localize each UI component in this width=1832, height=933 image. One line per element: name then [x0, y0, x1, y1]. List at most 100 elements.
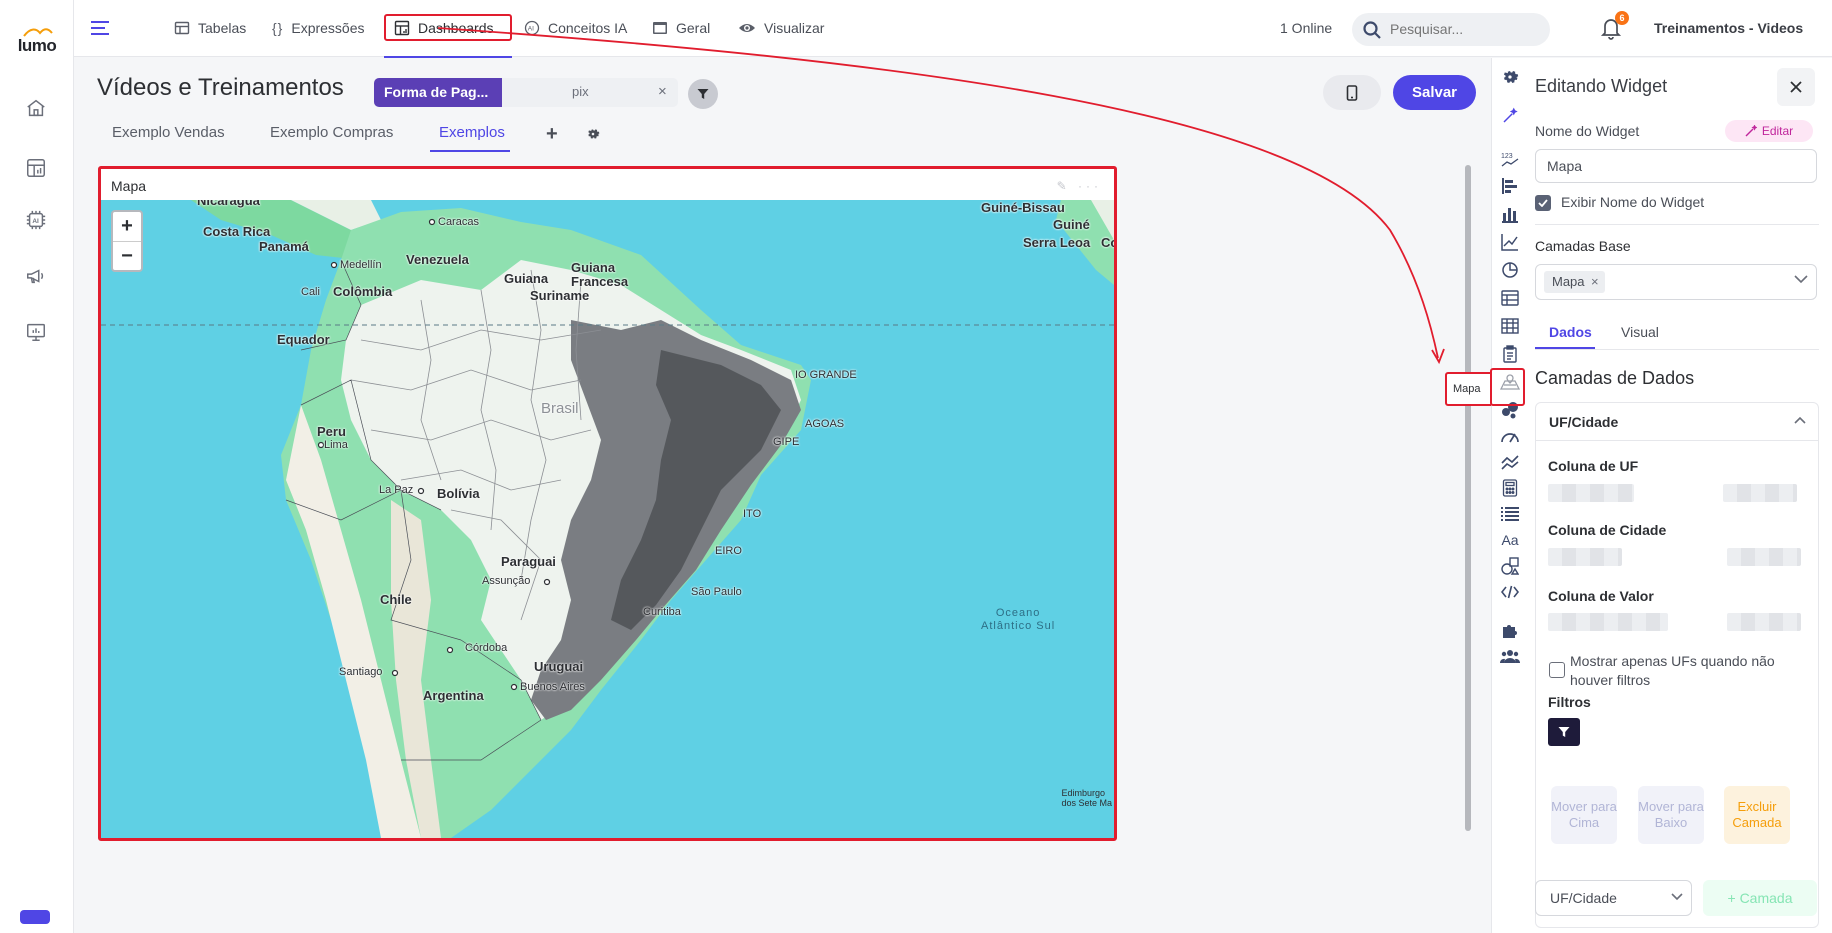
city-column-select-right[interactable]	[1727, 548, 1801, 566]
code-icon[interactable]	[1500, 582, 1520, 602]
menu-toggle-icon[interactable]	[88, 16, 112, 40]
zoom-out-button[interactable]: −	[113, 241, 141, 270]
zoom-in-button[interactable]: +	[113, 212, 141, 241]
settings-gear-icon[interactable]	[1500, 67, 1520, 87]
widget-type-strip: 123 Aa	[1491, 58, 1527, 933]
users-group-icon[interactable]	[1500, 646, 1520, 666]
funnel-icon	[1558, 727, 1570, 737]
filter-chip[interactable]: Forma de Pag... pix ×	[374, 78, 678, 107]
nav-conceitos-ia[interactable]: AI Conceitos IA	[524, 14, 627, 42]
home-icon[interactable]	[22, 94, 50, 122]
mobile-preview-button[interactable]	[1323, 75, 1381, 110]
bar-chart-icon[interactable]	[1500, 204, 1520, 224]
ai-icon: AI	[524, 20, 540, 36]
search-icon	[1363, 21, 1381, 39]
megaphone-icon[interactable]	[22, 262, 50, 290]
canvas-scrollbar[interactable]	[1465, 165, 1471, 831]
chevron-down-icon	[1794, 275, 1808, 284]
puzzle-icon[interactable]	[1500, 620, 1520, 640]
pivot-table-icon[interactable]	[1500, 316, 1520, 336]
uf-column-select-right[interactable]	[1723, 484, 1797, 502]
chat-launcher-icon[interactable]	[20, 910, 50, 924]
svg-text:AI: AI	[32, 218, 39, 225]
add-layer-button[interactable]: + Camada	[1703, 880, 1817, 916]
tab-exemplos[interactable]: Exemplos	[439, 124, 505, 141]
line-chart-icon[interactable]	[1500, 232, 1520, 252]
trend-lines-icon[interactable]	[1500, 452, 1520, 472]
list-icon[interactable]	[1500, 504, 1520, 524]
checkmark-icon	[1538, 199, 1548, 207]
data-layers-title: Camadas de Dados	[1535, 368, 1695, 388]
uf-column-select-left[interactable]	[1548, 484, 1634, 502]
tab-exemplo-vendas[interactable]: Exemplo Vendas	[112, 124, 225, 141]
ai-chip-icon[interactable]: AI	[22, 206, 50, 234]
base-layers-select[interactable]: Mapa ×	[1535, 264, 1817, 300]
gauge-icon[interactable]	[1500, 426, 1520, 446]
horizontal-bar-chart-icon[interactable]	[1500, 176, 1520, 196]
city-column-label: Coluna de Cidade	[1548, 522, 1667, 538]
show-name-checkbox[interactable]	[1535, 195, 1551, 211]
canvas-scrollbar-thumb[interactable]	[1465, 165, 1471, 831]
lumo-logo[interactable]: lumo	[14, 26, 60, 56]
value-column-select-right[interactable]	[1727, 613, 1801, 631]
panel-title: Editando Widget	[1535, 76, 1668, 96]
move-down-button[interactable]: Mover para Baixo	[1638, 786, 1704, 844]
value-column-select-left[interactable]	[1548, 613, 1668, 631]
map-widget[interactable]: Mapa ✎ ··· + − Nicaragua Costa Rica Pana…	[98, 166, 1117, 841]
widget-name-input[interactable]	[1535, 149, 1817, 183]
layer-filter-button[interactable]	[1548, 718, 1580, 746]
map-label-guiana-francesa: Guiana Francesa	[571, 260, 629, 289]
shapes-icon[interactable]	[1500, 556, 1520, 576]
svg-text:AI: AI	[528, 26, 534, 33]
clipboard-icon[interactable]	[1500, 344, 1520, 364]
move-up-button[interactable]: Mover para Cima	[1551, 786, 1617, 844]
close-icon	[1790, 81, 1802, 93]
layer-accordion-header[interactable]: UF/Cidade	[1536, 403, 1818, 441]
edit-name-button[interactable]: Editar	[1725, 120, 1813, 142]
map-canvas[interactable]: + − Nicaragua Costa Rica Panamá Caracas …	[101, 200, 1114, 838]
map-label-oceano: Oceano Atlântico Sul	[981, 607, 1056, 632]
pie-chart-icon[interactable]	[1500, 260, 1520, 280]
company-name[interactable]: Treinamentos - Videos	[1654, 20, 1803, 36]
map-label-eiro: EIRO	[715, 545, 742, 557]
map-label-caracas: Caracas	[438, 216, 479, 228]
calculator-icon[interactable]	[1500, 478, 1520, 498]
nav-label: Tabelas	[198, 20, 247, 36]
logo-text: lumo	[17, 36, 57, 55]
tab-exemplo-compras[interactable]: Exemplo Compras	[270, 124, 393, 141]
nav-geral[interactable]: Geral	[652, 14, 710, 42]
tab-visual[interactable]: Visual	[1621, 324, 1659, 340]
nav-expressoes[interactable]: {} Expressões	[272, 14, 365, 42]
map-label-equador: Equador	[277, 332, 330, 347]
magic-wand-icon[interactable]	[1500, 106, 1520, 126]
remove-chip-icon[interactable]: ×	[1591, 271, 1599, 293]
dashboards-highlight-box	[384, 14, 512, 41]
number-kpi-icon[interactable]: 123	[1500, 150, 1520, 170]
presentation-icon[interactable]	[22, 318, 50, 346]
tab-settings-gear-icon[interactable]	[586, 127, 600, 146]
funnel-icon	[697, 89, 709, 99]
left-rail: lumo AI	[0, 0, 74, 933]
map-label-bolivia: Bolívia	[437, 486, 480, 501]
text-type-icon[interactable]: Aa	[1500, 530, 1520, 550]
top-bar: Tabelas {} Expressões Dashboards AI Conc…	[74, 0, 1832, 58]
delete-layer-button[interactable]: Excluir Camada	[1724, 786, 1790, 844]
layer-type-select[interactable]: UF/Cidade	[1535, 880, 1692, 916]
table-view-icon[interactable]	[1500, 288, 1520, 308]
city-column-select-left[interactable]	[1548, 548, 1622, 566]
dashboard-icon[interactable]	[22, 154, 50, 182]
widget-actions-icon[interactable]: ✎ ···	[1057, 179, 1102, 193]
search-box[interactable]	[1352, 13, 1550, 46]
filter-funnel-button[interactable]	[688, 79, 718, 109]
nav-tabelas[interactable]: Tabelas	[174, 14, 246, 42]
search-input[interactable]	[1390, 21, 1540, 37]
save-button[interactable]: Salvar	[1393, 75, 1476, 110]
filter-chip-close-icon[interactable]: ×	[658, 83, 667, 100]
tab-dados[interactable]: Dados	[1549, 324, 1592, 340]
map-label-colombia: Colômbia	[333, 284, 393, 299]
only-uf-checkbox[interactable]	[1549, 662, 1565, 678]
add-tab-button[interactable]: +	[546, 124, 558, 144]
close-panel-button[interactable]	[1777, 68, 1815, 106]
nav-visualizar[interactable]: Visualizar	[738, 14, 824, 42]
widget-name-label: Nome do Widget	[1535, 123, 1640, 139]
